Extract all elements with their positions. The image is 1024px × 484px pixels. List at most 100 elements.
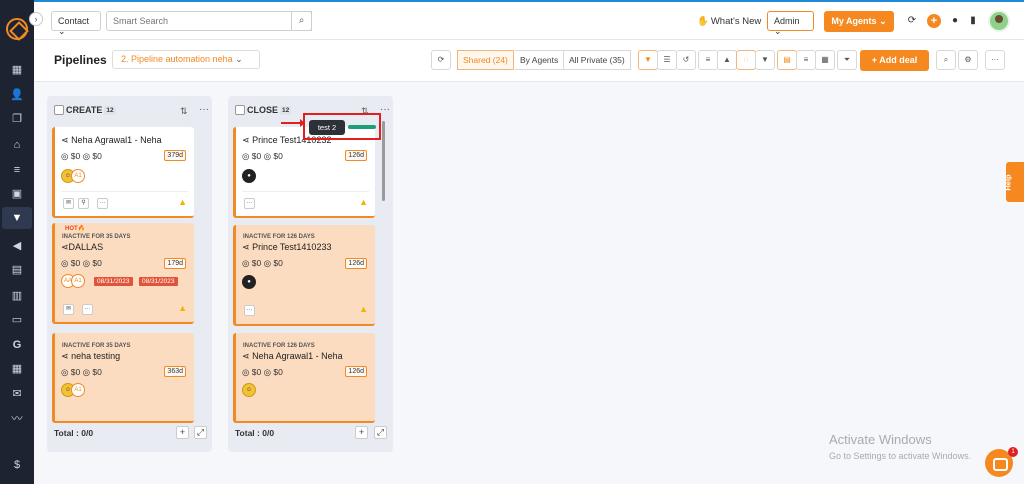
activate-windows-title: Activate Windows <box>829 432 932 447</box>
add-deal-button[interactable]: + Add deal <box>860 50 929 71</box>
more-icon[interactable]: ··· <box>82 304 93 315</box>
dollar-icon[interactable]: $ <box>10 459 24 471</box>
contact-select[interactable]: Contact ⌄ <box>51 11 101 36</box>
whats-new-link[interactable]: ✋ What's New <box>697 16 761 27</box>
grid-view-icon[interactable]: ▦ <box>815 50 835 70</box>
pending-icon[interactable]: ◌ <box>736 50 756 70</box>
activate-windows-subtitle: Go to Settings to activate Windows. <box>829 451 972 461</box>
warning-icon: ▲ <box>178 197 187 207</box>
more-icon[interactable]: ··· <box>244 198 255 209</box>
signature-icon[interactable]: 〰 <box>10 413 24 425</box>
deal-card[interactable]: INACTIVE FOR 126 DAYS ⋖ Prince Test14102… <box>233 225 375 326</box>
avatar: ☺ <box>242 383 256 397</box>
funnel-view-icon[interactable]: ▼ <box>638 50 658 70</box>
expand-icon[interactable]: ⤢ <box>194 426 207 439</box>
column-checkbox[interactable] <box>235 105 245 115</box>
pipeline-column-create: CREATE 12 ⇅ ··· ⋖ Neha Agrawal1 - Neha ◎ … <box>47 96 212 452</box>
my-agents-button[interactable]: My Agents ⌄ <box>824 11 894 32</box>
deal-card[interactable]: ⋖ Prince Test1410232 ◎ $0 ◎ $0 126d ● ··… <box>233 127 375 218</box>
all-private-filter[interactable]: All Private (35) <box>564 50 631 70</box>
deal-card[interactable]: INACTIVE FOR 126 DAYS ⋖ Neha Agrawal1 - … <box>233 333 375 423</box>
chevron-down-icon: ⌄ <box>58 26 66 36</box>
refresh-icon[interactable]: ⟳ <box>906 15 918 27</box>
share-icon: ⋖ <box>61 135 69 145</box>
dashboard-icon[interactable]: ▦ <box>10 64 24 76</box>
campaign-icon[interactable]: ◀ <box>10 240 24 252</box>
deal-amount-1: $0 <box>70 258 81 268</box>
mail-icon[interactable]: ✉ <box>63 304 74 315</box>
search-input[interactable] <box>106 11 312 31</box>
deal-card[interactable]: INACTIVE FOR 35 DAYS ⋖ neha testing ◎ $0… <box>52 333 194 423</box>
deal-card[interactable]: HOT🔥 INACTIVE FOR 35 DAYS ⋖DALLAS ◎ $0 ◎… <box>52 223 194 324</box>
table-view-icon[interactable]: ≡ <box>796 50 816 70</box>
deal-name-text: Prince Test1410233 <box>252 242 332 252</box>
deal-name: ⋖ neha testing <box>61 351 120 362</box>
tooltip-progress-bar <box>348 125 376 129</box>
profile-card-icon[interactable]: ▣ <box>10 188 24 200</box>
location-icon[interactable]: ⚲ <box>78 198 89 209</box>
deal-amount-2: $0 <box>273 151 283 161</box>
quick-add-button[interactable]: + <box>927 14 941 28</box>
calendar-icon[interactable]: ▦ <box>10 363 24 375</box>
column-header: CREATE 12 <box>54 105 116 115</box>
folder-icon[interactable]: ▭ <box>10 314 24 326</box>
deal-amount-1: $0 <box>70 151 81 161</box>
g-icon[interactable]: G <box>10 339 24 351</box>
gear-icon[interactable]: ⚙ <box>958 50 978 70</box>
filter-icon[interactable]: ⏷ <box>837 50 857 70</box>
pipeline-filter-icon[interactable]: ▼ <box>2 207 32 229</box>
deal-card[interactable]: ⋖ Neha Agrawal1 - Neha ◎ $0 ◎ $0 379d ☺ … <box>52 127 194 218</box>
search-icon[interactable]: ⌕ <box>936 50 956 70</box>
warning-icon: ▲ <box>178 303 187 313</box>
expand-icon[interactable]: ⤢ <box>374 426 387 439</box>
pipeline-select[interactable]: 2. Pipeline automation neha ⌄ <box>112 50 260 69</box>
inactive-label: INACTIVE FOR 126 DAYS <box>243 234 315 240</box>
more-icon[interactable]: ··· <box>97 198 108 209</box>
hot-badge: HOT🔥 <box>65 225 85 232</box>
contacts-icon[interactable]: 👤 <box>10 89 24 101</box>
column-scrollbar[interactable] <box>382 121 385 201</box>
add-icon[interactable]: + <box>355 426 368 439</box>
avatar[interactable] <box>988 10 1010 32</box>
thumbs-up-icon[interactable]: ▲ <box>717 50 737 70</box>
list-icon[interactable]: ≡ <box>10 164 24 176</box>
ledger-icon[interactable]: ▤ <box>10 264 24 276</box>
calculator-icon[interactable]: ▮ <box>967 15 979 27</box>
mail-icon[interactable]: ✉ <box>10 388 24 400</box>
deal-name-text: Neha Agrawal1 - Neha <box>71 135 162 145</box>
pipeline-select-label: 2. Pipeline automation neha <box>121 54 233 64</box>
by-agents-filter[interactable]: By Agents <box>515 50 565 70</box>
bell-icon[interactable]: ● <box>949 15 961 27</box>
sort-lines-icon[interactable]: ≡ <box>698 50 718 70</box>
more-icon[interactable]: ··· <box>244 305 255 316</box>
thumbs-down-icon[interactable]: ▼ <box>755 50 775 70</box>
reports-icon[interactable]: ▥ <box>10 290 24 302</box>
more-icon[interactable]: ··· <box>985 50 1005 70</box>
more-icon[interactable]: ··· <box>380 104 390 115</box>
logo-icon[interactable] <box>6 18 28 40</box>
sidebar-toggle-button[interactable]: › <box>29 12 43 26</box>
bank-icon[interactable]: ⌂ <box>10 139 24 151</box>
add-icon[interactable]: + <box>176 426 189 439</box>
days-badge: 363d <box>164 366 186 377</box>
refresh-icon[interactable]: ⟳ <box>431 50 451 70</box>
admin-select[interactable]: Admin ⌄ <box>767 11 814 36</box>
shared-filter[interactable]: Shared (24) <box>457 50 514 70</box>
help-tab[interactable]: Help <box>1004 162 1024 202</box>
more-icon[interactable]: ··· <box>199 104 209 115</box>
mail-icon[interactable]: ✉ <box>63 198 74 209</box>
history-icon[interactable]: ↺ <box>676 50 696 70</box>
deal-amount-1: $0 <box>251 258 262 268</box>
column-checkbox[interactable] <box>54 105 64 115</box>
sort-icon[interactable]: ⇅ <box>180 106 188 117</box>
agent-initials: A1 <box>71 274 85 288</box>
avatar: ● <box>242 275 256 289</box>
search-icon[interactable]: ⌕ <box>291 11 312 31</box>
list-view-icon[interactable]: ☰ <box>657 50 677 70</box>
deal-name-text: neha testing <box>71 351 121 361</box>
kanban-view-icon[interactable]: ▤ <box>777 50 797 70</box>
column-count: 12 <box>280 106 292 115</box>
deal-amounts: ◎ $0 ◎ $0 <box>61 151 102 161</box>
deal-amount-2: $0 <box>273 367 283 377</box>
documents-icon[interactable]: ❐ <box>10 113 24 125</box>
